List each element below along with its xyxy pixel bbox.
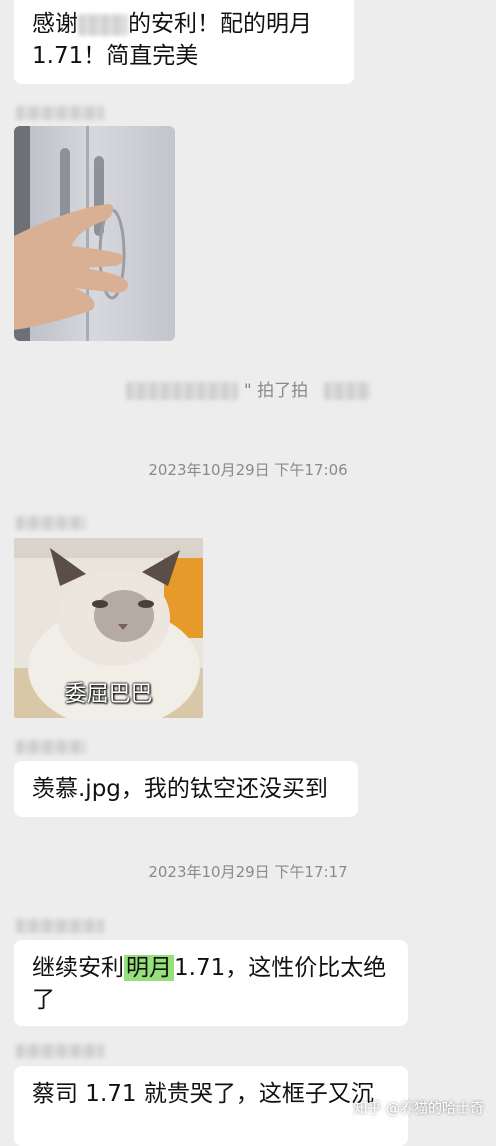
highlighted-keyword: 明月 bbox=[124, 955, 174, 981]
timestamp-2: 2023年10月29日 下午17:17 bbox=[148, 863, 348, 881]
message-3-line-1: 继续安利明月1.71，这性价比太绝 bbox=[32, 955, 387, 981]
glasses-photo-image bbox=[14, 126, 175, 341]
message-bubble-1[interactable]: 感谢 的安利！配的明月 1.71！简直完美 bbox=[14, 0, 354, 84]
sender-name-redacted bbox=[16, 516, 86, 530]
sender-name-redacted bbox=[16, 919, 104, 933]
message-2-text: 羡慕.jpg，我的钛空还没买到 bbox=[32, 776, 328, 802]
message-1-line-2: 1.71！简直完美 bbox=[32, 43, 199, 69]
cat-sticker-caption: 委屈巴巴 bbox=[64, 682, 153, 707]
message-bubble-3[interactable]: 继续安利明月1.71，这性价比太绝 了 bbox=[14, 940, 408, 1026]
redacted-user-2 bbox=[323, 382, 370, 400]
timestamp-1: 2023年10月29日 下午17:06 bbox=[148, 461, 348, 479]
sender-name-redacted bbox=[16, 106, 104, 120]
watermark: 知乎 @养猫的哈士奇 bbox=[353, 1101, 484, 1117]
message-1-line-1: 感谢 的安利！配的明月 bbox=[32, 11, 312, 37]
photo-message-glasses[interactable] bbox=[14, 126, 175, 341]
cat-sticker[interactable]: 委屈巴巴 bbox=[14, 538, 203, 718]
message-bubble-4[interactable]: 蔡司 1.71 就贵哭了，这框子又沉 bbox=[14, 1066, 408, 1146]
sender-name-redacted bbox=[16, 740, 86, 754]
sender-name-redacted bbox=[16, 1044, 104, 1058]
redacted-name bbox=[78, 13, 128, 36]
message-3-line-2: 了 bbox=[32, 987, 55, 1013]
system-pat-notice: " 拍了拍 bbox=[0, 376, 496, 401]
message-bubble-2[interactable]: 羡慕.jpg，我的钛空还没买到 bbox=[14, 761, 358, 817]
message-4-text: 蔡司 1.71 就贵哭了，这框子又沉 bbox=[32, 1081, 374, 1107]
redacted-user-1 bbox=[126, 382, 239, 400]
